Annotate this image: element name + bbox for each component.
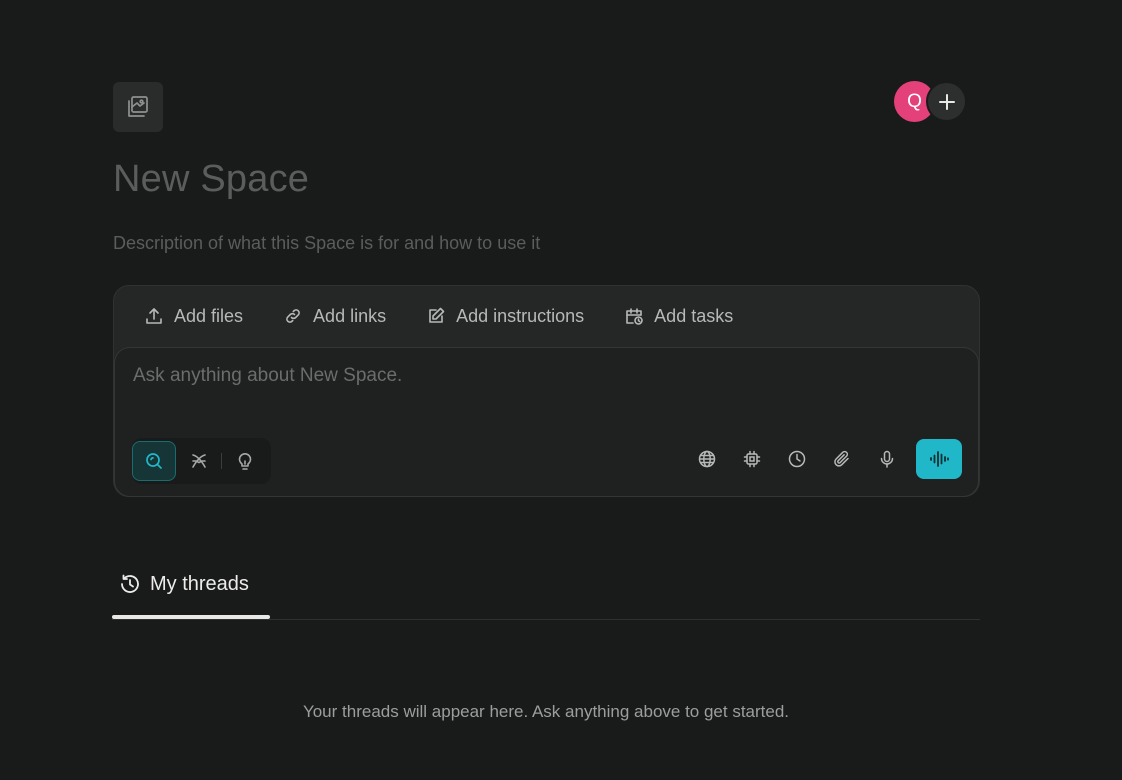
add-tasks-button[interactable]: Add tasks [624, 306, 733, 327]
add-member-button[interactable] [926, 81, 967, 122]
ask-input[interactable] [133, 365, 833, 387]
add-instructions-label: Add instructions [456, 305, 585, 326]
research-mode-button[interactable] [177, 441, 221, 481]
voice-mode-button[interactable] [916, 439, 962, 479]
dictation-button[interactable] [871, 443, 903, 475]
lightbulb-icon [238, 453, 252, 470]
add-links-button[interactable]: Add links [283, 306, 386, 327]
space-icon [128, 96, 148, 117]
composer-actions: Add files Add links Add instructions Add… [144, 303, 773, 329]
waveform-icon [930, 451, 949, 467]
paperclip-icon [834, 450, 849, 467]
tab-divider [112, 619, 980, 620]
add-files-label: Add files [174, 305, 244, 326]
attach-button[interactable] [826, 443, 858, 475]
add-instructions-button[interactable]: Add instructions [426, 306, 584, 327]
mode-divider [221, 453, 222, 469]
tab-my-threads-label: My threads [150, 573, 249, 595]
search-icon [146, 453, 162, 469]
link-icon [286, 309, 300, 323]
calendar-clock-icon [626, 308, 643, 325]
composer-tools [691, 439, 962, 479]
space-title[interactable]: New Space [113, 158, 309, 201]
globe-icon [698, 450, 716, 468]
ask-input-box [114, 347, 979, 497]
history-icon [121, 574, 139, 593]
threads-empty-message: Your threads will appear here. Ask anyth… [302, 702, 790, 721]
sources-button[interactable] [691, 443, 723, 475]
schedule-button[interactable] [781, 443, 813, 475]
pencil-icon [429, 307, 445, 323]
add-files-button[interactable]: Add files [144, 306, 243, 327]
model-button[interactable] [736, 443, 768, 475]
cpu-icon [743, 450, 761, 468]
research-icon [192, 454, 206, 468]
space-description[interactable]: Description of what this Space is for an… [113, 233, 540, 254]
labs-mode-button[interactable] [223, 441, 267, 481]
search-mode-button[interactable] [132, 441, 176, 481]
space-members: Q [894, 81, 970, 123]
space-emoji-button[interactable] [113, 82, 163, 132]
add-tasks-label: Add tasks [654, 305, 734, 326]
add-links-label: Add links [313, 305, 387, 326]
space-page: Q New Space Description of what this Spa… [0, 0, 1122, 780]
tab-my-threads[interactable]: My threads [113, 566, 270, 616]
mode-selector [132, 438, 271, 484]
clock-icon [788, 450, 806, 468]
plus-icon [938, 93, 955, 110]
composer: Add files Add links Add instructions Add… [113, 285, 980, 497]
microphone-icon [880, 450, 894, 468]
upload-icon [146, 308, 162, 324]
